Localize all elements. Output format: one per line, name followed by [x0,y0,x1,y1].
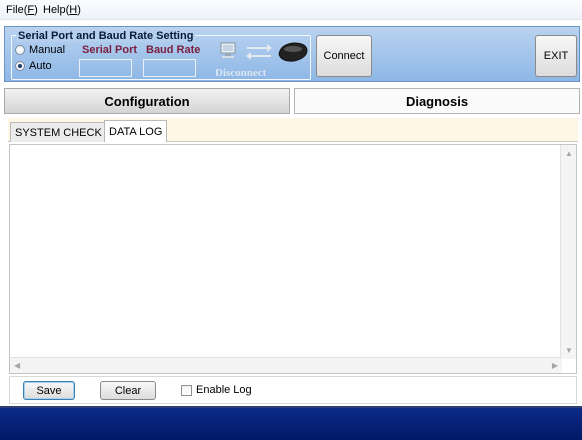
transfer-arrows-icon[interactable] [245,42,273,62]
device-icon [276,40,310,64]
connect-button[interactable]: Connect [316,35,372,77]
scroll-up-icon[interactable]: ▲ [565,149,573,158]
enable-log-row[interactable]: Enable Log [181,384,252,396]
enable-log-label: Enable Log [196,384,252,396]
manual-radio-row[interactable]: Manual [15,44,65,56]
menu-help-label: Help( [43,4,70,16]
menu-file-tail: ) [34,4,38,16]
scroll-right-icon[interactable]: ▶ [552,361,558,370]
clear-button[interactable]: Clear [100,381,156,400]
menu-file[interactable]: File(F) [6,4,38,16]
subtab-system-check[interactable]: SYSTEM CHECK [10,122,107,142]
serial-port-field[interactable] [79,59,132,77]
serial-port-label: Serial Port [82,44,138,56]
baud-rate-label: Baud Rate [146,44,201,56]
computer-icon [219,41,239,61]
manual-radio[interactable] [15,45,25,55]
subtab-data-log[interactable]: DATA LOG [104,120,168,142]
menu-file-label: File( [6,4,28,16]
tab-diagnosis[interactable]: Diagnosis [294,88,580,114]
tab-configuration[interactable]: Configuration [4,88,290,114]
data-log-content [14,149,554,349]
menu-help[interactable]: Help(H) [43,4,81,16]
scroll-left-icon[interactable]: ◀ [14,361,20,370]
save-button[interactable]: Save [23,381,75,400]
auto-radio[interactable] [15,61,25,71]
disconnect-label[interactable]: Disconnect [215,67,266,79]
baud-rate-field[interactable] [143,59,196,77]
log-controls-bar: Save Clear Enable Log [9,376,577,404]
subtab-strip: SYSTEM CHECK DATA LOG [8,118,578,142]
manual-radio-label: Manual [29,44,66,56]
menu-bar: File(F) Help(H) [0,0,582,20]
scroll-down-icon[interactable]: ▼ [565,346,573,355]
serial-groupbox-title: Serial Port and Baud Rate Setting [16,30,196,42]
enable-log-checkbox[interactable] [181,384,192,396]
auto-radio-label: Auto [29,60,52,72]
vertical-scrollbar[interactable]: ▲ ▼ [560,145,576,359]
menu-help-tail: ) [77,4,81,16]
exit-button[interactable]: EXIT [535,35,577,77]
footer-bar [0,406,582,440]
horizontal-scrollbar[interactable]: ◀ ▶ [10,357,562,373]
data-log-textarea[interactable]: ▲ ▼ ◀ ▶ [9,144,577,374]
auto-radio-row[interactable]: Auto [15,60,52,72]
serial-settings-panel: Serial Port and Baud Rate Setting Manual… [4,26,580,82]
